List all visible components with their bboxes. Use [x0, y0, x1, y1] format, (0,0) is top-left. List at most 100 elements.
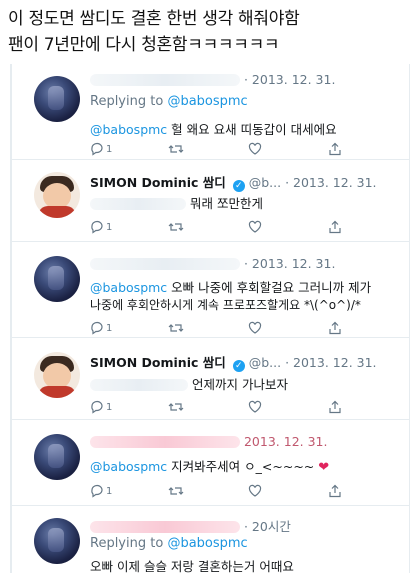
- replying-to-line: Replying to @babospmc: [90, 536, 248, 551]
- tweet-1[interactable]: · 2013. 12. 31. Replying to @babospmc @b…: [12, 64, 409, 160]
- reply-icon: [91, 142, 103, 156]
- tweet-body-line-1: 오빠 나중에 후회할걸요 그러니까 제가: [171, 280, 372, 295]
- replying-to-line: Replying to @babospmc: [90, 94, 248, 109]
- retweet-icon: [168, 487, 184, 495]
- reply-count: 1: [106, 401, 113, 413]
- twitter-thread-screenshot: · 2013. 12. 31. Replying to @babospmc @b…: [10, 64, 410, 573]
- verified-badge-icon: ✓: [232, 180, 245, 192]
- avatar[interactable]: [34, 76, 80, 122]
- author-handle[interactable]: @b...: [249, 175, 281, 190]
- replying-to-mention[interactable]: @babospmc: [167, 536, 247, 551]
- like-button[interactable]: [248, 220, 262, 234]
- tweet-text: 뭐래 쪼만한게: [90, 193, 263, 212]
- tweet-body: 지켜봐주세여 ㅇ_<~~~~: [171, 459, 315, 474]
- reply-button[interactable]: 1: [90, 220, 112, 234]
- retweet-button[interactable]: [168, 484, 184, 498]
- tweet-6[interactable]: · 20시간 Replying to @babospmc 오빠 이제 슬슬 저랑…: [12, 506, 409, 573]
- reply-icon: [91, 484, 103, 498]
- tweet-header: · 20시간: [90, 516, 291, 535]
- reply-icon: [91, 321, 103, 335]
- like-button[interactable]: [248, 484, 262, 498]
- tweet-actions: 1: [90, 400, 360, 416]
- retweet-button[interactable]: [168, 220, 184, 234]
- share-button[interactable]: [328, 400, 342, 414]
- tweet-3[interactable]: · 2013. 12. 31. @babospmc 오빠 나중에 후회할걸요 그…: [12, 242, 409, 338]
- blurred-name: [90, 258, 240, 270]
- tweet-text-line-2: 나중에 후회안하시게 계속 프로포즈할게요 *\(^o^)/*: [90, 296, 361, 313]
- tweet-text: @babospmc 지켜봐주세여 ㅇ_<~~~~ ❤: [90, 456, 329, 475]
- like-icon: [248, 142, 262, 155]
- tweet-date: · 2013. 12. 31.: [243, 72, 336, 87]
- reply-button[interactable]: 1: [90, 142, 112, 156]
- tweet-date: · 2013. 12. 31.: [285, 355, 377, 370]
- heart-emoji-icon: ❤: [318, 460, 330, 475]
- tweet-text: 언제까지 가나보자: [90, 374, 288, 393]
- tweet-header: 2013. 12. 31.: [90, 434, 327, 449]
- tweet-date: 2013. 12. 31.: [243, 434, 328, 449]
- retweet-button[interactable]: [168, 400, 184, 414]
- reply-button[interactable]: 1: [90, 484, 112, 498]
- retweet-button[interactable]: [168, 142, 184, 156]
- tweet-body: 헐 왜요 요새 띠동갑이 대세에요: [171, 122, 337, 137]
- avatar[interactable]: [34, 256, 80, 302]
- verified-badge-icon: ✓: [232, 360, 245, 372]
- avatar[interactable]: [34, 434, 80, 480]
- caption: 이 정도면 쌈디도 결혼 한번 생각 해줘야함 팬이 7년만에 다시 청혼함ㅋㅋ…: [8, 6, 404, 58]
- like-icon: [248, 484, 262, 497]
- share-button[interactable]: [328, 484, 342, 498]
- like-button[interactable]: [248, 142, 262, 156]
- share-icon: [329, 400, 341, 414]
- tweet-body: 오빠 이제 슬슬 저랑 결혼하는거 어때요: [90, 559, 294, 573]
- like-icon: [248, 321, 262, 334]
- reply-icon: [91, 400, 103, 414]
- tweet-date: · 2013. 12. 31.: [285, 175, 377, 190]
- avatar[interactable]: [34, 172, 80, 218]
- mention-link[interactable]: @babospmc: [90, 280, 167, 295]
- reply-button[interactable]: 1: [90, 400, 112, 414]
- share-icon: [329, 484, 341, 498]
- avatar[interactable]: [34, 352, 80, 398]
- like-button[interactable]: [248, 400, 262, 414]
- tweet-date: · 2013. 12. 31.: [243, 256, 336, 271]
- share-button[interactable]: [328, 321, 342, 335]
- tweet-5[interactable]: 2013. 12. 31. @babospmc 지켜봐주세여 ㅇ_<~~~~ ❤…: [12, 420, 409, 506]
- retweet-icon: [168, 145, 184, 153]
- tweet-body-line-2: 나중에 후회안하시게 계속 프로포즈할게요 *\(^o^)/*: [90, 298, 361, 312]
- retweet-button[interactable]: [168, 321, 184, 335]
- tweet-header: SIMON Dominic 쌈디 ✓ @b... · 2013. 12. 31.: [90, 352, 377, 372]
- replying-label: Replying to: [90, 94, 164, 109]
- mention-link[interactable]: @babospmc: [90, 122, 167, 137]
- caption-line-1: 이 정도면 쌈디도 결혼 한번 생각 해줘야함: [8, 9, 300, 29]
- blurred-mention: [90, 379, 188, 391]
- blurred-mention: [90, 198, 186, 210]
- author-name[interactable]: SIMON Dominic 쌈디: [90, 355, 226, 370]
- tweet-actions: 1: [90, 321, 360, 337]
- tweet-2[interactable]: SIMON Dominic 쌈디 ✓ @b... · 2013. 12. 31.…: [12, 160, 409, 242]
- tweet-header: · 2013. 12. 31.: [90, 256, 335, 271]
- tweet-actions: 1: [90, 220, 360, 236]
- retweet-icon: [168, 403, 184, 411]
- share-button[interactable]: [328, 142, 342, 156]
- retweet-icon: [168, 223, 184, 231]
- like-icon: [248, 220, 262, 233]
- tweet-actions: 1: [90, 142, 360, 158]
- tweet-header: SIMON Dominic 쌈디 ✓ @b... · 2013. 12. 31.: [90, 172, 377, 192]
- tweet-4[interactable]: SIMON Dominic 쌈디 ✓ @b... · 2013. 12. 31.…: [12, 338, 409, 420]
- tweet-date: · 20시간: [243, 519, 291, 534]
- like-button[interactable]: [248, 321, 262, 335]
- reply-count: 1: [106, 221, 113, 233]
- like-icon: [248, 400, 262, 413]
- share-button[interactable]: [328, 220, 342, 234]
- replying-to-mention[interactable]: @babospmc: [167, 94, 247, 109]
- author-handle[interactable]: @b...: [249, 355, 281, 370]
- mention-link[interactable]: @babospmc: [90, 459, 167, 474]
- blurred-name: [90, 521, 240, 533]
- tweet-body: 뭐래 쪼만한게: [189, 196, 263, 211]
- reply-count: 1: [106, 485, 113, 497]
- tweet-text-line-1: @babospmc 오빠 나중에 후회할걸요 그러니까 제가: [90, 277, 371, 296]
- avatar[interactable]: [34, 518, 80, 564]
- reply-button[interactable]: 1: [90, 321, 112, 335]
- tweet-text: 오빠 이제 슬슬 저랑 결혼하는거 어때요: [90, 556, 294, 573]
- author-name[interactable]: SIMON Dominic 쌈디: [90, 175, 226, 190]
- reply-count: 1: [106, 143, 113, 155]
